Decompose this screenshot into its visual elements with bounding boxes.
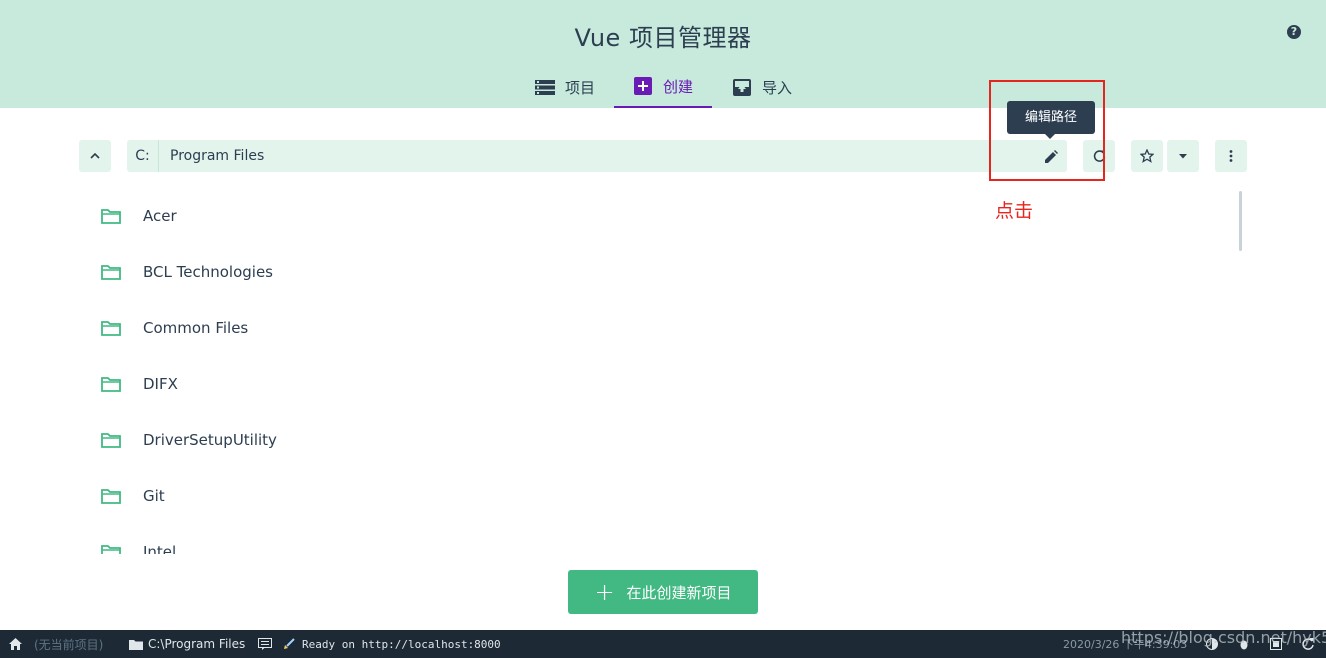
unarchive-icon (732, 78, 752, 96)
more-actions-button[interactable] (1215, 140, 1247, 172)
watermark: https://blog.csdn.net/hyk521 (1121, 628, 1326, 647)
question-circle-icon[interactable]: ? (1287, 25, 1301, 39)
folder-icon (101, 545, 121, 554)
folder-item[interactable]: Common Files (79, 300, 1229, 356)
tab-create[interactable]: 创建 (614, 66, 712, 108)
home-icon (9, 638, 22, 650)
folder-name: Common Files (143, 319, 249, 337)
plus-icon: + (594, 578, 615, 606)
folder-icon (101, 209, 121, 224)
current-path[interactable]: C:\Program Files (148, 630, 245, 658)
home-button[interactable] (9, 630, 22, 658)
add-box-icon (633, 77, 653, 95)
star-outline-icon (1140, 149, 1154, 163)
create-project-label: 在此创建新项目 (626, 583, 732, 602)
folder-icon (101, 265, 121, 280)
create-project-here-button[interactable]: + 在此创建新项目 (568, 570, 758, 614)
path-drive-segment[interactable]: C: (127, 140, 159, 172)
tab-projects-label: 项目 (564, 78, 595, 97)
folder-name: Git (143, 487, 165, 505)
chevron-up-icon (90, 153, 100, 159)
app-title: Vue 项目管理器 (574, 24, 752, 52)
brush-icon (283, 630, 295, 658)
folder-name: DriverSetupUtility (143, 431, 277, 449)
folder-item[interactable]: DIFX (79, 356, 1229, 412)
main-tabs: 项目 创建 导入 (0, 66, 1326, 108)
folder-icon (101, 321, 121, 336)
path-bar: C: Program Files (127, 140, 1067, 172)
folder-up-button[interactable] (79, 140, 111, 172)
more-vert-icon (1229, 150, 1233, 162)
current-project-indicator[interactable]: (无当前项目) (34, 630, 103, 658)
folder-item[interactable]: Intel (79, 524, 1229, 554)
tab-projects[interactable]: 项目 (520, 66, 610, 108)
app-header: Vue 项目管理器 ? 项目 创建 导入 (0, 0, 1326, 108)
server-status: Ready on http://localhost:8000 (302, 637, 501, 651)
folder-name: Intel (143, 543, 177, 554)
favorite-button[interactable] (1131, 140, 1163, 172)
folder-name: Acer (143, 207, 177, 225)
caret-down-icon (1179, 153, 1187, 158)
tab-import-label: 导入 (761, 78, 792, 97)
list-icon (534, 78, 555, 96)
tab-create-label: 创建 (662, 77, 693, 96)
folder-item[interactable]: Acer (79, 188, 1229, 244)
folder-list-scrollbar[interactable] (1239, 191, 1242, 251)
folder-item[interactable]: BCL Technologies (79, 244, 1229, 300)
console-log-icon[interactable] (258, 630, 272, 658)
path-segment[interactable]: Program Files (170, 140, 264, 172)
folder-icon (129, 630, 143, 658)
folder-item[interactable]: DriverSetupUtility (79, 412, 1229, 468)
tab-import[interactable]: 导入 (716, 66, 808, 108)
folder-icon (101, 489, 121, 504)
folder-name: BCL Technologies (143, 263, 273, 281)
folder-list: Acer BCL Technologies Common Files DIFX … (79, 188, 1239, 554)
folder-icon (101, 377, 121, 392)
annotation-highlight-box (989, 80, 1105, 181)
folder-name: DIFX (143, 375, 178, 393)
folder-icon (101, 433, 121, 448)
folder-item[interactable]: Git (79, 468, 1229, 524)
favorites-dropdown-button[interactable] (1167, 140, 1199, 172)
